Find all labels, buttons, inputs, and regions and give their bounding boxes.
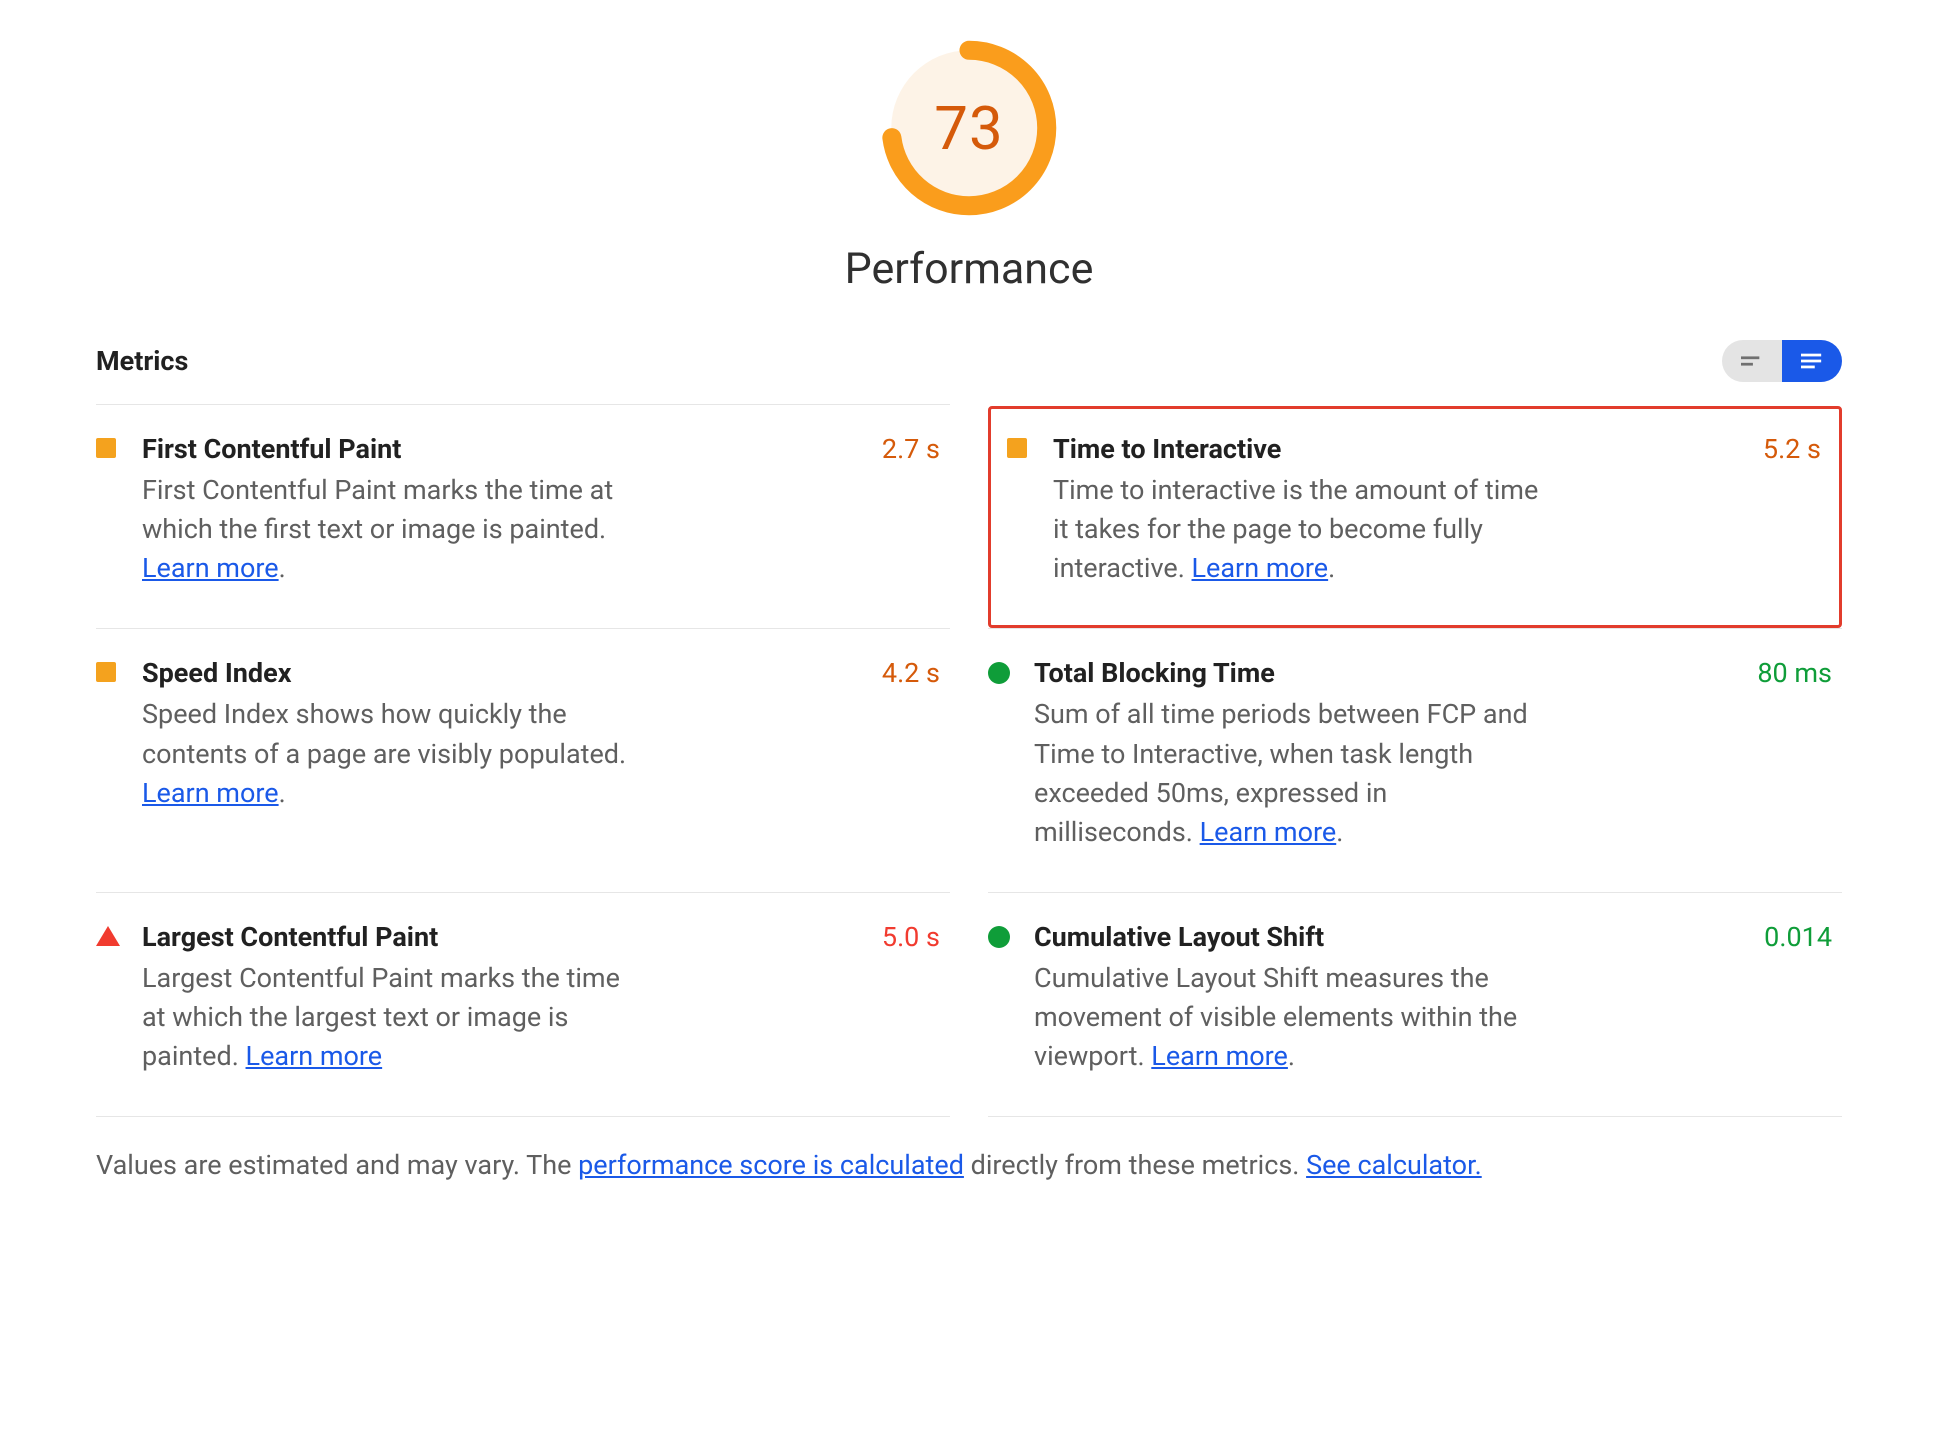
metric-title: Speed Index: [142, 657, 646, 689]
metric-description: Sum of all time periods between FCP and …: [1034, 695, 1538, 852]
metric-title: Largest Contentful Paint: [142, 921, 646, 953]
metric-tbt: Total Blocking Time Sum of all time peri…: [988, 628, 1842, 892]
learn-more-link[interactable]: Learn more: [1200, 816, 1337, 848]
score-label: Performance: [845, 244, 1094, 294]
list-short-icon: [1741, 353, 1763, 369]
metrics-section-title: Metrics: [96, 345, 188, 377]
expand-view-button[interactable]: [1782, 340, 1842, 382]
calc-link[interactable]: performance score is calculated: [578, 1149, 964, 1181]
metric-value: 5.2 s: [1763, 433, 1821, 591]
collapse-view-button[interactable]: [1722, 340, 1782, 382]
metric-description: Time to interactive is the amount of tim…: [1053, 471, 1557, 588]
metric-title: Cumulative Layout Shift: [1034, 921, 1538, 953]
metric-value: 4.2 s: [882, 657, 940, 852]
square-icon: [1007, 438, 1027, 458]
learn-more-link[interactable]: Learn more: [1192, 552, 1329, 584]
triangle-icon: [96, 926, 120, 946]
metric-title: Time to Interactive: [1053, 433, 1557, 465]
score-gauge: 73: [881, 40, 1057, 216]
view-toggle[interactable]: [1722, 340, 1842, 382]
learn-more-link[interactable]: Learn more: [142, 777, 279, 809]
metric-value: 2.7 s: [882, 433, 940, 588]
metric-description: Speed Index shows how quickly the conten…: [142, 695, 646, 812]
circle-icon: [988, 926, 1010, 948]
metric-title: Total Blocking Time: [1034, 657, 1538, 689]
metric-description: First Contentful Paint marks the time at…: [142, 471, 646, 588]
metric-description: Cumulative Layout Shift measures the mov…: [1034, 959, 1538, 1076]
metric-cls: Cumulative Layout Shift Cumulative Layou…: [988, 892, 1842, 1116]
metric-si: Speed Index Speed Index shows how quickl…: [96, 628, 950, 892]
learn-more-link[interactable]: Learn more: [142, 552, 279, 584]
metric-fcp: First Contentful Paint First Contentful …: [96, 404, 950, 628]
circle-icon: [988, 662, 1010, 684]
score-gauge-block: 73 Performance: [96, 40, 1842, 294]
footer-note: Values are estimated and may vary. The p…: [96, 1117, 1842, 1181]
square-icon: [96, 438, 116, 458]
metric-value: 5.0 s: [882, 921, 940, 1076]
score-value: 73: [881, 40, 1057, 216]
metric-title: First Contentful Paint: [142, 433, 646, 465]
metric-value: 0.014: [1764, 921, 1832, 1076]
metric-description: Largest Contentful Paint marks the time …: [142, 959, 646, 1076]
learn-more-link[interactable]: Learn more: [1151, 1040, 1288, 1072]
calculator-link[interactable]: See calculator.: [1306, 1149, 1482, 1181]
metric-lcp: Largest Contentful Paint Largest Content…: [96, 892, 950, 1116]
metric-value: 80 ms: [1757, 657, 1832, 852]
learn-more-link[interactable]: Learn more: [246, 1040, 383, 1072]
square-icon: [96, 662, 116, 682]
metric-tti-highlighted: Time to Interactive Time to interactive …: [988, 404, 1842, 628]
list-long-icon: [1801, 353, 1823, 369]
